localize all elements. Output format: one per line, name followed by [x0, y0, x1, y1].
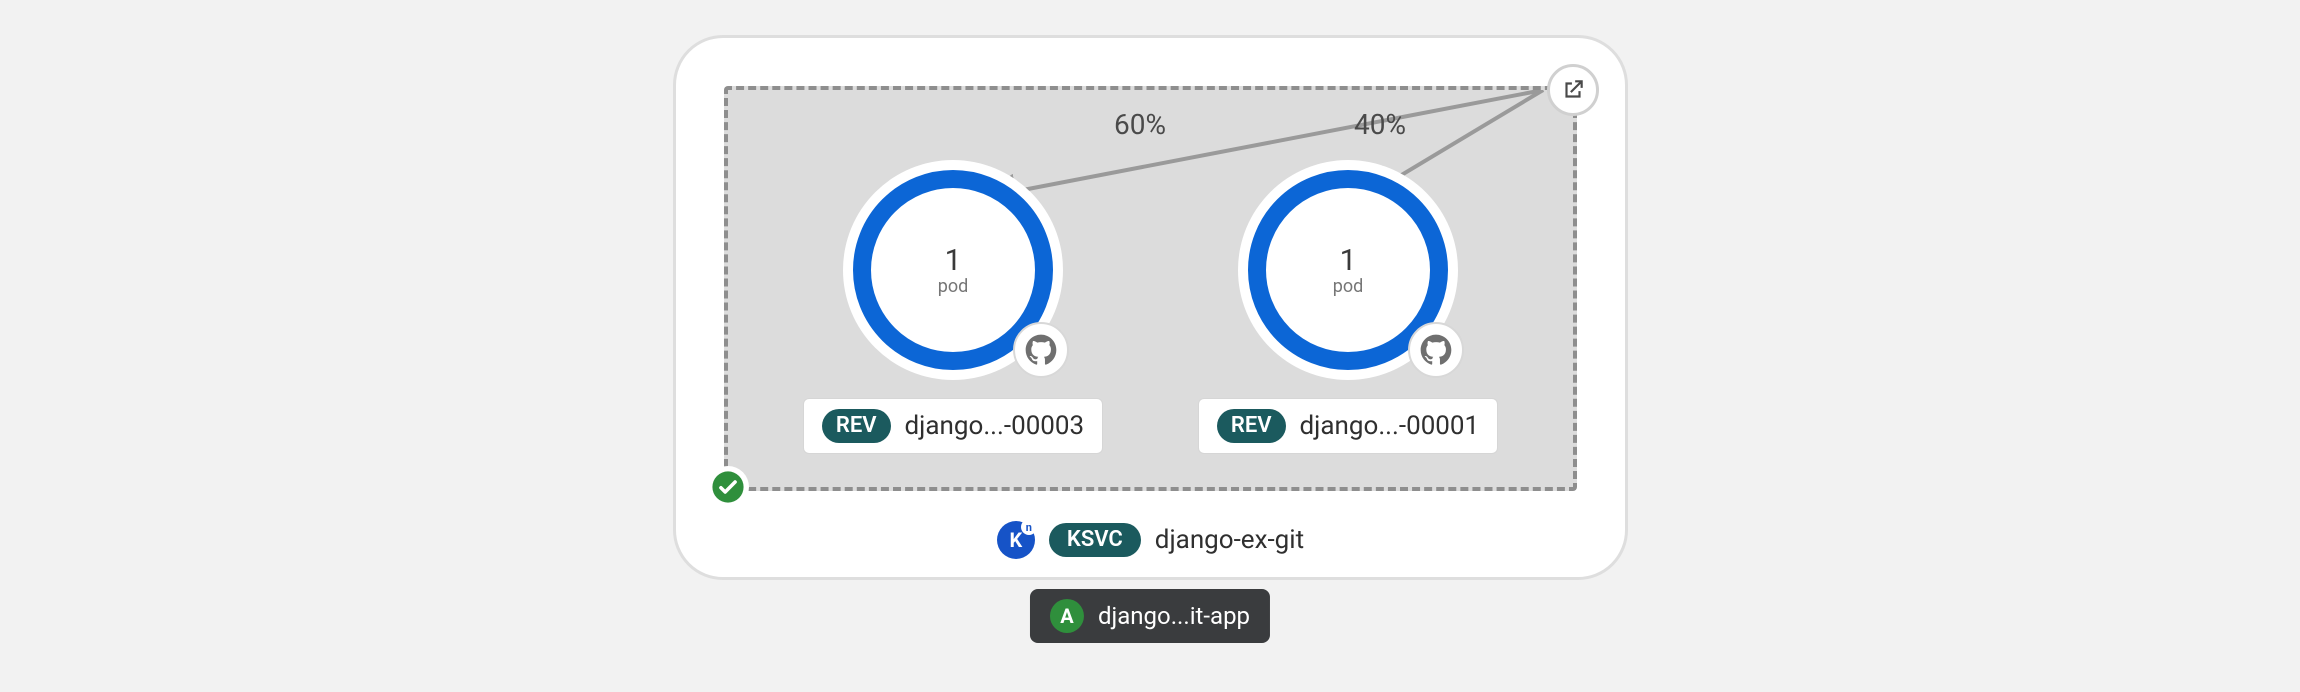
application-group-chip[interactable]: A django...it-app: [1030, 589, 1270, 643]
application-name: django...it-app: [1098, 602, 1250, 630]
revision-label-1[interactable]: REV django...-00001: [1198, 398, 1498, 454]
check-circle-icon: [711, 470, 745, 504]
github-icon: [1420, 334, 1452, 366]
revisions-group: 60% 40% 1 pod: [724, 86, 1577, 491]
build-status-success[interactable]: [707, 466, 749, 508]
pod-unit-label: pod: [938, 276, 969, 297]
revision-kind-pill: REV: [1217, 409, 1286, 443]
revision-label-0[interactable]: REV django...-00003: [803, 398, 1103, 454]
traffic-percent-0: 60%: [1114, 108, 1166, 141]
revision-name: django...-00001: [1300, 411, 1480, 441]
revision-name: django...-00003: [905, 411, 1085, 441]
source-decorator-0[interactable]: [1013, 322, 1069, 378]
revision-node-0[interactable]: 1 pod REV django...-00003: [783, 170, 1123, 454]
traffic-percent-1: 40%: [1354, 108, 1406, 141]
knative-icon: K: [997, 521, 1035, 559]
source-decorator-1[interactable]: [1408, 322, 1464, 378]
open-route-button[interactable]: [1547, 64, 1599, 116]
github-icon: [1025, 334, 1057, 366]
service-kind-pill: KSVC: [1049, 523, 1141, 557]
pod-unit-label: pod: [1333, 276, 1364, 297]
service-label-row[interactable]: K KSVC django-ex-git: [676, 521, 1625, 559]
pod-ring-0[interactable]: 1 pod: [853, 170, 1053, 370]
pod-ring-1[interactable]: 1 pod: [1248, 170, 1448, 370]
revision-kind-pill: REV: [822, 409, 891, 443]
application-initial-badge: A: [1050, 599, 1084, 633]
service-name: django-ex-git: [1155, 525, 1304, 555]
revision-node-1[interactable]: 1 pod REV django...-00001: [1178, 170, 1518, 454]
knative-service-card[interactable]: 60% 40% 1 pod: [673, 35, 1628, 580]
topology-canvas: 60% 40% 1 pod: [0, 0, 2300, 692]
external-link-icon: [1560, 77, 1586, 103]
pod-count: 1: [945, 243, 962, 278]
pod-count: 1: [1340, 243, 1357, 278]
